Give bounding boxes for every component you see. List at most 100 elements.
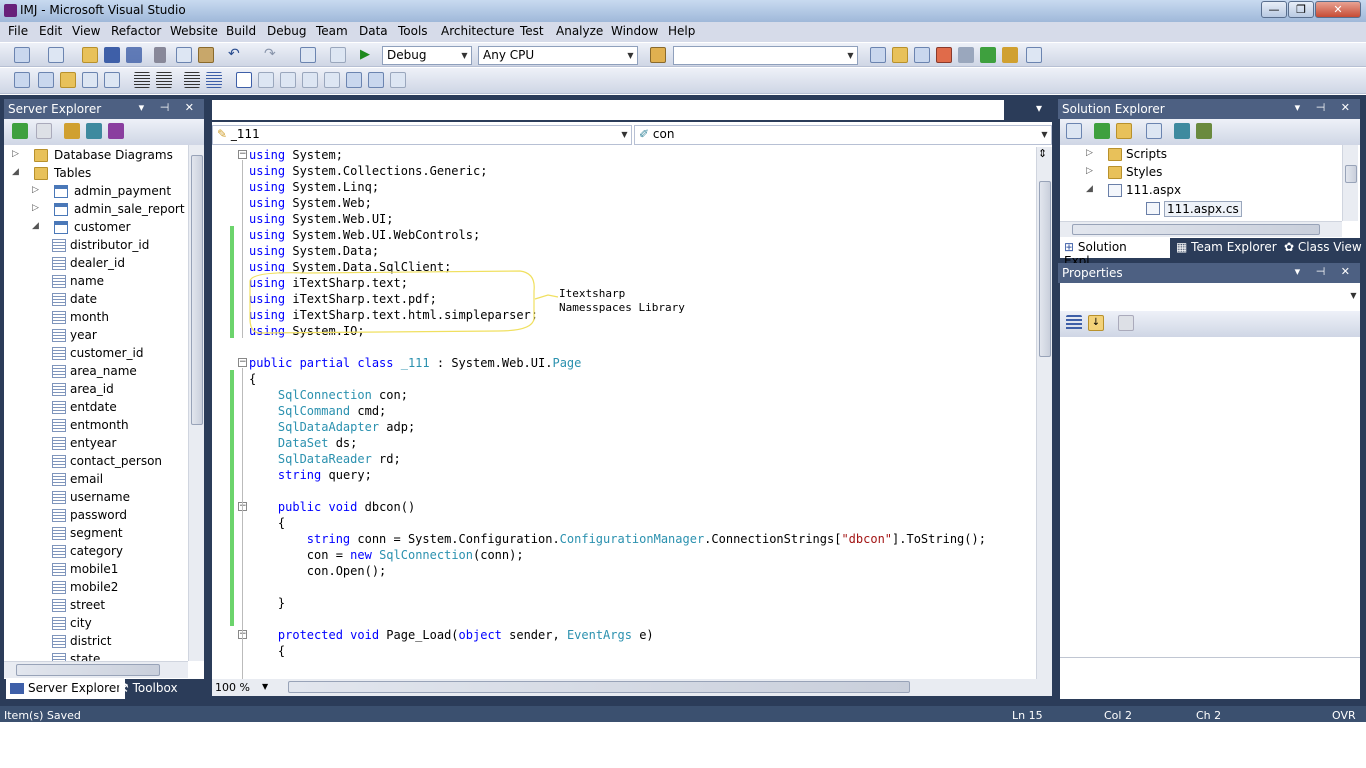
copy-icon[interactable] <box>176 47 192 63</box>
find-combo[interactable]: ▼ <box>673 46 858 65</box>
command-window-icon[interactable] <box>1026 47 1042 63</box>
scroll-thumb[interactable] <box>1345 165 1357 183</box>
connect-to-server-icon[interactable] <box>86 123 102 139</box>
server-explorer-vscroll[interactable] <box>188 145 204 661</box>
start-debugging-icon[interactable]: ▶ <box>360 47 376 63</box>
tree-item[interactable]: name <box>4 273 188 291</box>
aspnet-configuration-icon[interactable] <box>1196 123 1212 139</box>
object-browser-icon[interactable] <box>914 47 930 63</box>
previous-bookmark-in-document-icon[interactable] <box>346 72 362 88</box>
tab-server-explorer[interactable]: Server Explorer <box>6 679 126 699</box>
tree-item[interactable]: entyear <box>4 435 188 453</box>
previous-bookmark-icon[interactable] <box>258 72 274 88</box>
collapse-icon[interactable]: ◢ <box>32 221 42 231</box>
zoom-level[interactable]: 100 % <box>215 681 250 694</box>
menu-help[interactable]: Help <box>668 24 695 38</box>
complete-word-icon[interactable] <box>82 72 98 88</box>
solution-configuration-select[interactable]: Debug ▼ <box>382 46 472 65</box>
tree-item[interactable]: segment <box>4 525 188 543</box>
properties-object-select[interactable]: ▼ <box>1060 287 1360 309</box>
minimize-button[interactable]: — <box>1261 1 1287 18</box>
increase-indent-icon[interactable] <box>156 72 172 88</box>
comment-out-icon[interactable] <box>184 72 200 88</box>
tree-item[interactable]: ▷ admin_payment <box>4 183 188 201</box>
member-navigation-dropdown[interactable]: ✐ con ▼ <box>634 125 1052 145</box>
solution-tree-item[interactable]: ▷ Styles <box>1060 164 1342 182</box>
tab-solution-explorer[interactable]: ⊞ Solution Expl... <box>1060 238 1170 268</box>
display-parameter-info-icon[interactable] <box>38 72 54 88</box>
tree-item[interactable]: contact_person <box>4 453 188 471</box>
menu-tools[interactable]: Tools <box>398 24 428 38</box>
collapse-icon[interactable]: ◢ <box>1086 184 1096 194</box>
solution-tree-item[interactable]: ◢ 111.aspx <box>1060 182 1342 200</box>
solution-explorer-vscroll[interactable] <box>1342 145 1358 221</box>
tree-item[interactable]: area_id <box>4 381 188 399</box>
menu-analyze[interactable]: Analyze <box>556 24 603 38</box>
solution-tree-item[interactable]: ▷ Scripts <box>1060 146 1342 164</box>
panel-window-buttons[interactable]: ▾ ⊣ ✕ <box>139 101 200 114</box>
menu-view[interactable]: View <box>72 24 100 38</box>
tree-item[interactable]: password <box>4 507 188 525</box>
tab-class-view[interactable]: ✿ Class View <box>1280 238 1366 258</box>
toolbox-icon[interactable] <box>936 47 952 63</box>
refresh-icon[interactable] <box>1094 123 1110 139</box>
tree-item[interactable]: ▷ admin_sale_report <box>4 201 188 219</box>
menu-window[interactable]: Window <box>611 24 658 38</box>
tree-item[interactable]: distributor_id <box>4 237 188 255</box>
quick-info-icon[interactable] <box>60 72 76 88</box>
tree-item[interactable]: year <box>4 327 188 345</box>
stop-refresh-icon[interactable] <box>36 123 52 139</box>
scroll-thumb[interactable] <box>16 664 160 676</box>
view-code-icon[interactable] <box>1146 123 1162 139</box>
tree-item[interactable]: mobile1 <box>4 561 188 579</box>
decrease-indent-icon[interactable] <box>134 72 150 88</box>
next-bookmark-in-folder-icon[interactable] <box>324 72 340 88</box>
scroll-thumb[interactable] <box>191 155 203 425</box>
connect-to-sharepoint-icon[interactable] <box>108 123 124 139</box>
close-button[interactable]: ✕ <box>1315 1 1361 18</box>
menu-website[interactable]: Website <box>170 24 218 38</box>
tree-item[interactable]: username <box>4 489 188 507</box>
property-pages-icon[interactable] <box>1118 315 1134 331</box>
expand-icon[interactable]: ▷ <box>32 203 42 213</box>
tree-item[interactable]: email <box>4 471 188 489</box>
tree-item[interactable]: month <box>4 309 188 327</box>
expand-icon[interactable]: ▷ <box>1086 148 1096 158</box>
tree-item[interactable]: area_name <box>4 363 188 381</box>
menu-architecture[interactable]: Architecture <box>441 24 514 38</box>
alphabetical-icon[interactable]: ↓ <box>1088 315 1104 331</box>
extension-manager-icon[interactable] <box>1002 47 1018 63</box>
tree-item[interactable]: entdate <box>4 399 188 417</box>
menu-build[interactable]: Build <box>226 24 256 38</box>
scroll-thumb[interactable] <box>1039 181 1051 357</box>
tree-item[interactable]: entmonth <box>4 417 188 435</box>
tree-item[interactable]: customer_id <box>4 345 188 363</box>
paste-icon[interactable] <box>198 47 214 63</box>
editor-vscroll[interactable]: ⇕ <box>1036 147 1052 679</box>
tree-item[interactable]: state <box>4 651 188 661</box>
start-page-icon[interactable] <box>980 47 996 63</box>
solution-explorer-icon[interactable] <box>870 47 886 63</box>
menu-debug[interactable]: Debug <box>267 24 306 38</box>
tab-team-explorer[interactable]: ▦ Team Explorer <box>1172 238 1281 258</box>
tools-icon[interactable] <box>958 47 974 63</box>
toggle-bookmark-icon[interactable] <box>236 72 252 88</box>
active-files-dropdown-icon[interactable]: ▾ <box>1036 101 1042 115</box>
connect-to-database-icon[interactable] <box>64 123 80 139</box>
collapse-icon[interactable]: − <box>238 358 247 367</box>
menu-file[interactable]: File <box>8 24 28 38</box>
copy-website-icon[interactable] <box>1174 123 1190 139</box>
previous-bookmark-in-folder-icon[interactable] <box>302 72 318 88</box>
clear-bookmarks-icon[interactable] <box>390 72 406 88</box>
menu-edit[interactable]: Edit <box>39 24 62 38</box>
properties-icon[interactable] <box>1066 123 1082 139</box>
new-project-icon[interactable] <box>14 47 30 63</box>
server-explorer-hscroll[interactable] <box>4 661 188 678</box>
panel-window-buttons[interactable]: ▾ ⊣ ✕ <box>1295 101 1356 114</box>
solution-platform-select[interactable]: Any CPU ▼ <box>478 46 638 65</box>
menu-team[interactable]: Team <box>316 24 348 38</box>
code-text[interactable]: using System; using System.Collections.Ge… <box>249 147 1039 683</box>
display-object-member-list-icon[interactable] <box>14 72 30 88</box>
navigate-backward-icon[interactable] <box>300 47 316 63</box>
expand-icon[interactable]: ▷ <box>1086 166 1096 176</box>
